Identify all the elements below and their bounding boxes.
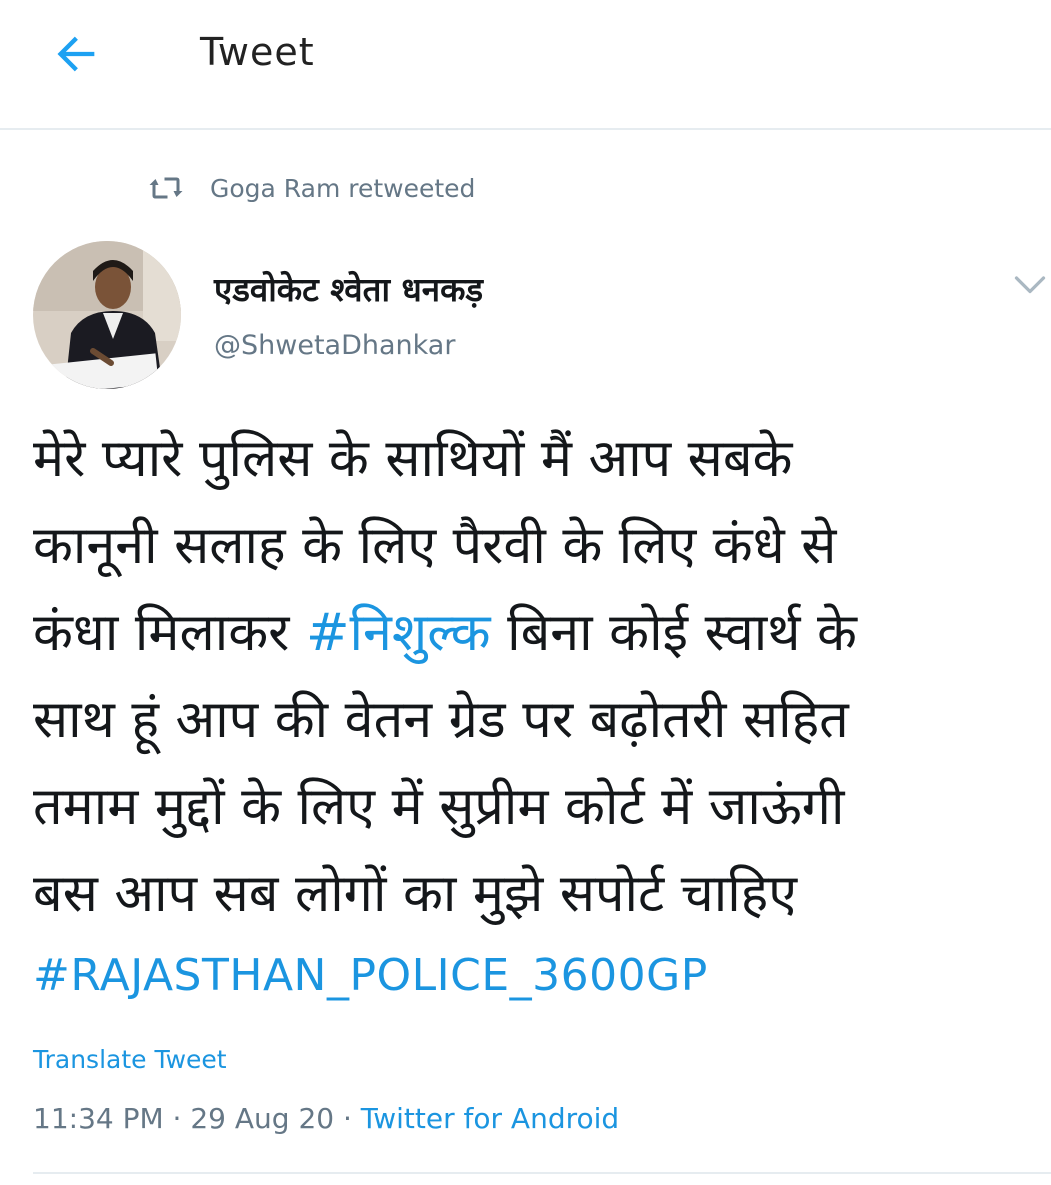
tweet-text-line: कानूनी सलाह के लिए पैरवी के लिए कंधे से — [33, 516, 837, 576]
tweet-text-line: साथ हूं आप की वेतन ग्रेड पर बढ़ोतरी सहित — [33, 690, 849, 750]
top-app-bar: Tweet — [0, 0, 1051, 130]
tweet-text-line: बस आप सब लोगों का मुझे सपोर्ट चाहिए — [33, 864, 798, 924]
hashtag-link[interactable]: #निशुल्क — [306, 603, 491, 663]
tweet-text-line: तमाम मुद्दों के लिए में सुप्रीम कोर्ट मे… — [33, 777, 845, 837]
arrow-left-icon — [57, 36, 95, 72]
hashtag-link[interactable]: #RAJASTHAN_POLICE_3600GP — [33, 950, 708, 1001]
retweet-label: Goga Ram retweeted — [210, 173, 476, 203]
tweet-metadata: 11:34 PM · 29 Aug 20 · Twitter for Andro… — [33, 1102, 619, 1135]
chevron-down-icon — [1014, 276, 1046, 294]
separator: · — [163, 1102, 191, 1135]
tweet-text-line: मेरे प्यारे पुलिस के साथियों मैं आप सबके — [33, 429, 793, 489]
retweet-icon — [149, 177, 183, 199]
tweet-options-button[interactable] — [1012, 266, 1048, 302]
avatar[interactable] — [33, 241, 181, 389]
author-handle[interactable]: @ShwetaDhankar — [214, 330, 455, 361]
retweet-context: Goga Ram retweeted — [148, 170, 475, 206]
tweet-date: 29 Aug 20 — [190, 1102, 335, 1135]
separator: · — [334, 1102, 361, 1135]
back-button[interactable] — [46, 28, 108, 80]
tweet-time: 11:34 PM — [33, 1102, 164, 1135]
divider — [33, 1172, 1051, 1174]
tweet-source-link[interactable]: Twitter for Android — [361, 1102, 619, 1135]
author-display-name[interactable]: एडवोकेट श्वेता धनकड़ — [214, 266, 483, 311]
translate-tweet-link[interactable]: Translate Tweet — [33, 1045, 227, 1074]
page-title: Tweet — [200, 30, 315, 74]
tweet-text: मेरे प्यारे पुलिस के साथियों मैं आप सबके… — [33, 416, 1033, 938]
profile-photo — [33, 241, 181, 389]
tweet-text-line: कंधा मिलाकर #निशुल्क बिना कोई स्वार्थ के — [33, 603, 857, 663]
